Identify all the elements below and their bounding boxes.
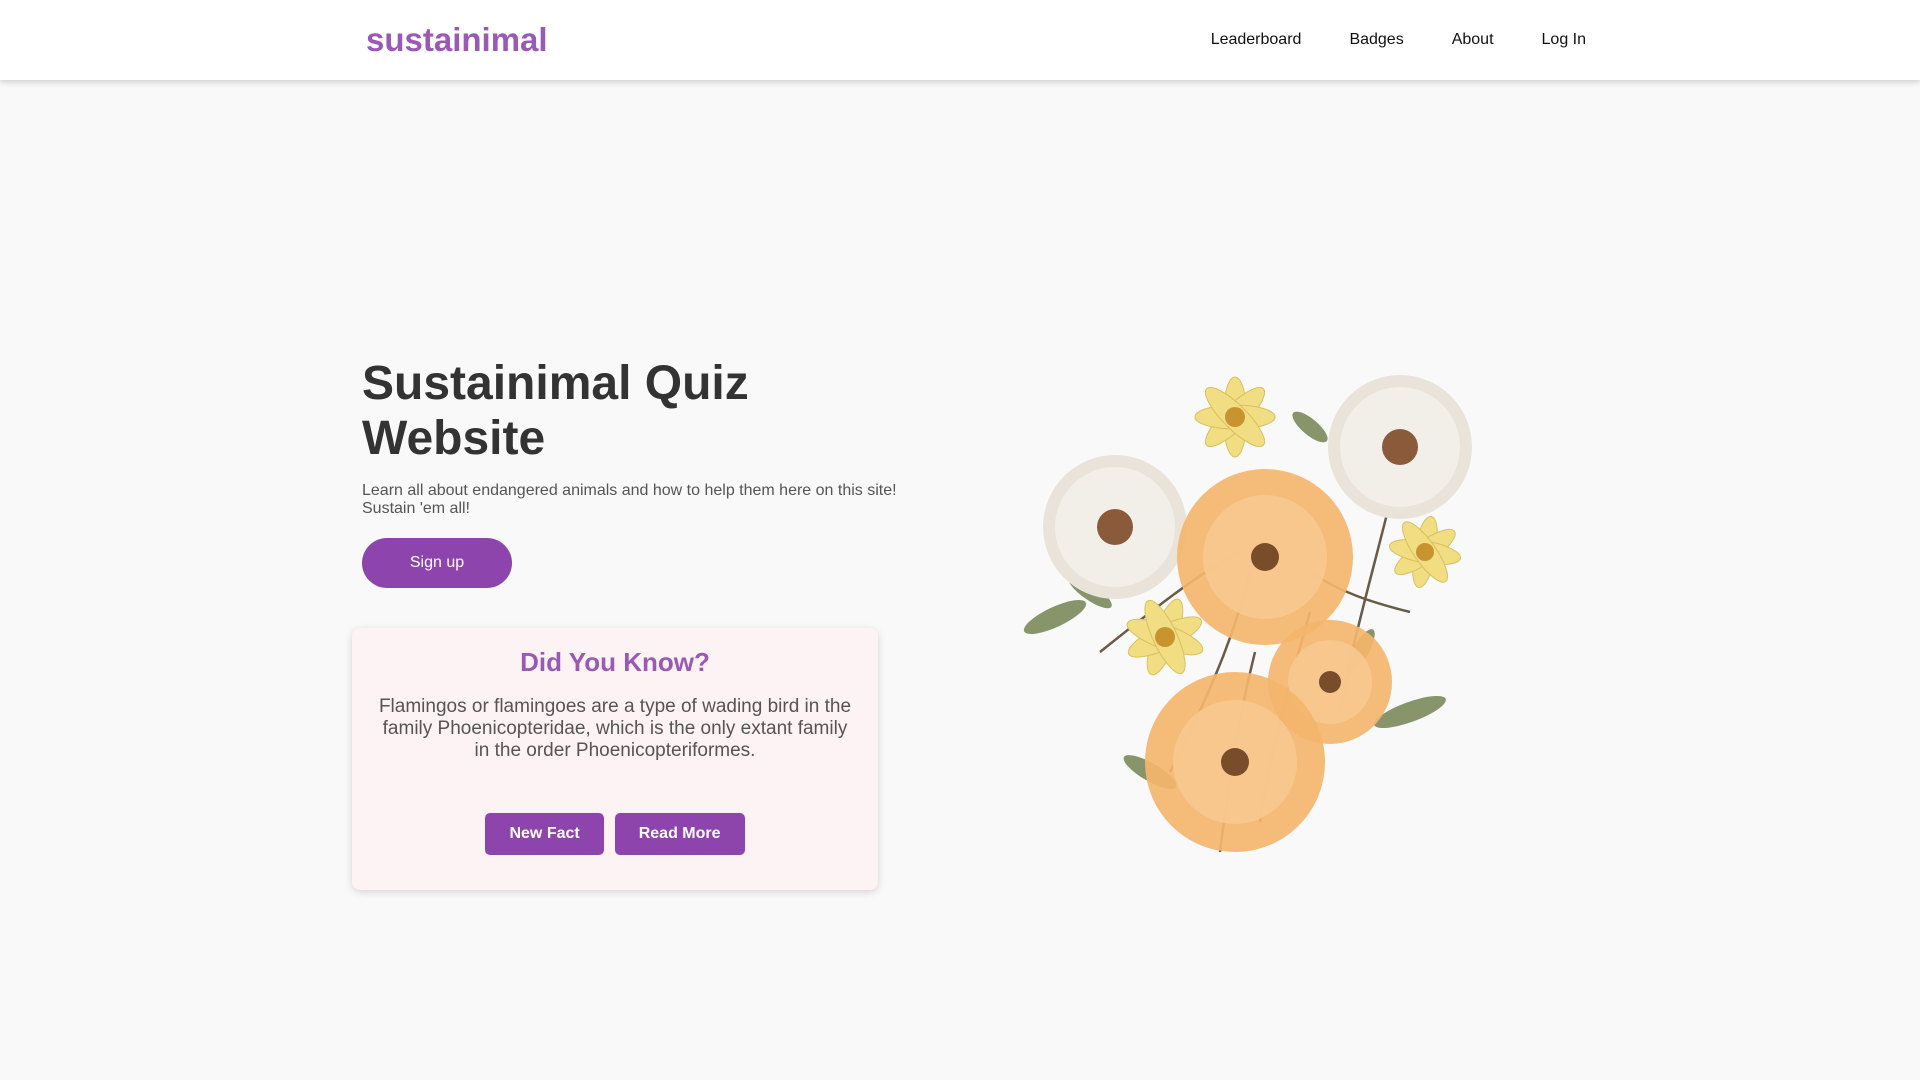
navbar: sustainimal Leaderboard Badges About Log… [0, 0, 1920, 80]
hero-title: Sustainimal Quiz Website [362, 357, 749, 465]
pressed-flowers-illustration [1023, 375, 1472, 853]
fact-text: Flamingos or flamingoes are a type of wa… [378, 696, 852, 761]
nav-link-about[interactable]: About [1452, 28, 1494, 52]
nav-links: Leaderboard Badges About Log In [1211, 28, 1586, 52]
new-fact-button[interactable]: New Fact [485, 813, 604, 855]
brand-logo[interactable]: sustainimal [366, 20, 548, 60]
read-more-button[interactable]: Read More [614, 813, 745, 855]
did-you-know-card: Did You Know? Flamingos or flamingoes ar… [352, 628, 878, 890]
hero-subtitle: Learn all about endangered animals and h… [362, 482, 897, 517]
nav-link-badges[interactable]: Badges [1349, 28, 1403, 52]
nav-link-leaderboard[interactable]: Leaderboard [1211, 28, 1302, 52]
fact-buttons: New Fact Read More [352, 813, 878, 855]
fact-title: Did You Know? [520, 647, 710, 677]
signup-button[interactable]: Sign up [362, 538, 512, 588]
nav-link-login[interactable]: Log In [1542, 28, 1586, 52]
